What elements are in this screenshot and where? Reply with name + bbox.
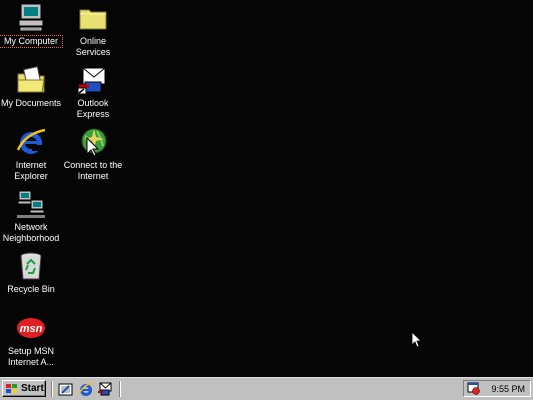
mouse-pointer-icon: [412, 332, 422, 348]
msn-icon: msn: [17, 318, 45, 338]
taskbar: Start 9:55 PM: [0, 377, 533, 400]
desktop-icon-online-services[interactable]: Online Services: [62, 2, 124, 58]
desktop-icon-label: My Computer: [0, 35, 63, 48]
svg-text:msn: msn: [20, 323, 43, 335]
desktop-icon-internet-explorer[interactable]: Internet Explorer: [0, 126, 62, 182]
folder-icon: [79, 9, 107, 30]
desktop-icon-label: Network Neighborhood: [2, 222, 60, 243]
desktop-icon-setup-msn[interactable]: msn Setup MSN Internet A...: [0, 312, 62, 368]
desktop-icon-network-neighborhood[interactable]: Network Neighborhood: [0, 188, 62, 244]
scheduler-icon[interactable]: [467, 382, 481, 395]
my-computer-icon: [18, 3, 44, 32]
desktop-icon-outlook-express[interactable]: Outlook Express: [62, 64, 124, 120]
desktop-icon-label: Internet Explorer: [14, 160, 48, 181]
desktop-icon-label: Recycle Bin: [7, 284, 55, 294]
outlook-express-icon[interactable]: [97, 381, 113, 397]
system-tray: 9:55 PM: [463, 380, 531, 397]
recycle-bin-icon: [20, 252, 42, 280]
start-label: Start: [21, 383, 44, 394]
connect-internet-icon: [81, 128, 107, 157]
desktop-icon-my-documents[interactable]: My Documents: [0, 64, 62, 109]
start-button[interactable]: Start: [2, 380, 46, 397]
desktop-icon-label: My Documents: [0, 98, 62, 108]
network-neighborhood-icon: [17, 190, 45, 218]
desktop-icon-label: Outlook Express: [76, 98, 110, 119]
show-desktop-icon[interactable]: [58, 381, 74, 397]
internet-explorer-icon[interactable]: [78, 381, 94, 397]
desktop-icon-recycle-bin[interactable]: Recycle Bin: [0, 250, 62, 295]
taskbar-separator: [51, 381, 53, 397]
desktop-icon-label: Connect to the Internet: [63, 160, 123, 181]
outlook-express-icon: [77, 67, 106, 95]
my-documents-icon: [17, 66, 45, 93]
desktop-icon-label: Setup MSN Internet A...: [7, 346, 55, 367]
desktop-icon-label: Online Services: [75, 36, 111, 57]
clock[interactable]: 9:55 PM: [491, 384, 525, 394]
windows-logo-icon: [6, 383, 17, 393]
taskbar-separator: [119, 381, 121, 397]
internet-explorer-icon: [16, 128, 46, 154]
desktop-icon-my-computer[interactable]: My Computer: [0, 2, 63, 48]
desktop-icon-connect-internet[interactable]: Connect to the Internet: [62, 126, 124, 182]
desktop[interactable]: My Computer Online Services My Documents…: [0, 0, 533, 377]
